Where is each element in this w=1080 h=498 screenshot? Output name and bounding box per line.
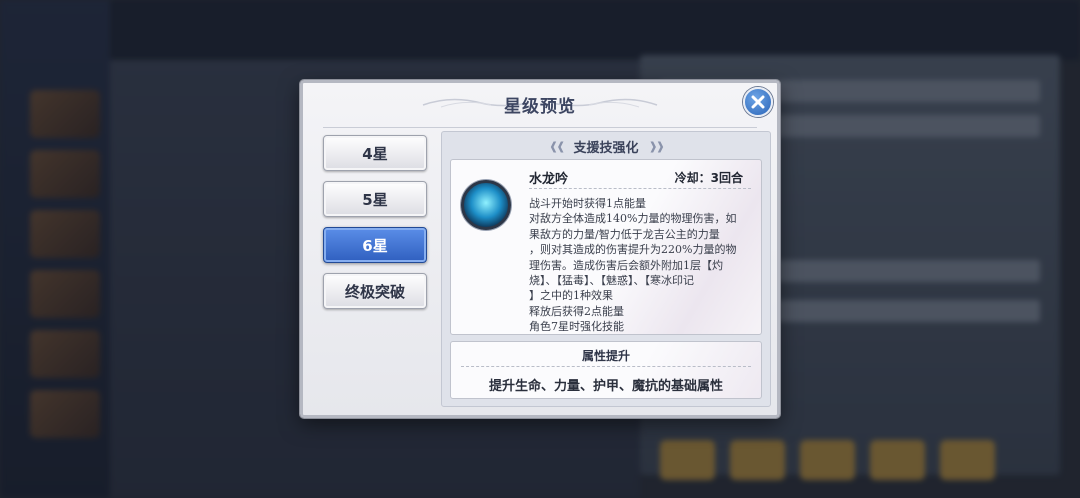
skill-description-line: 战斗开始时获得1点能量 xyxy=(529,197,646,210)
skill-description-line: 理伤害。造成伤害后会额外附加1层【灼 xyxy=(529,258,723,272)
close-icon xyxy=(751,95,765,109)
attribute-card: 属性提升 提升生命、力量、护甲、魔抗的基础属性 xyxy=(450,341,762,399)
section-header: ❰❰ 支援技强化 ❱❱ xyxy=(442,134,770,158)
header-wing-right: ❱❱ xyxy=(648,139,666,153)
skill-description-line: 】之中的1种效果 xyxy=(529,289,613,303)
star-tabs: 4星 5星 6星 终极突破 xyxy=(323,135,429,319)
title-divider xyxy=(323,127,757,128)
attribute-text: 提升生命、力量、护甲、魔抗的基础属性 xyxy=(488,379,723,394)
close-button[interactable] xyxy=(743,87,773,117)
preview-content: ❰❰ 支援技强化 ❱❱ 水龙吟 冷却：3回合 战斗开始时获得1点能量 对敌方全体… xyxy=(441,131,771,407)
skill-icon[interactable] xyxy=(461,180,511,230)
skill-description-line: 释放后获得2点能量 xyxy=(529,304,624,318)
skill-cooldown: 冷却：3回合 xyxy=(674,171,743,185)
skill-description-line: 烧】、【猛毒】、【魅惑】、【寒冰印记 xyxy=(529,274,694,288)
attribute-divider xyxy=(461,366,751,367)
section-title: 支援技强化 xyxy=(573,140,639,156)
skill-description-line: 角色7星时强化技能 xyxy=(529,320,624,334)
skill-description-line: 果敌方的力量/智力低于龙吉公主的力量 xyxy=(529,227,720,241)
skill-name: 水龙吟 xyxy=(529,172,569,187)
tab-ultimate-breakthrough[interactable]: 终极突破 xyxy=(323,273,427,309)
skill-description-line: ，则对其造成的伤害提升为220%力量的物 xyxy=(529,243,737,257)
skill-divider xyxy=(529,188,751,189)
tab-5-star[interactable]: 5星 xyxy=(323,181,427,217)
star-preview-dialog: 星级预览 4星 5星 6星 终极突破 ❰❰ 支援技强化 ❱❱ 水龙吟 冷却：3回… xyxy=(300,80,780,418)
skill-description-line: 对敌方全体造成140%力量的物理伤害，如 xyxy=(529,212,737,226)
dialog-title: 星级预览 xyxy=(504,96,576,117)
attribute-title: 属性提升 xyxy=(581,349,630,363)
tab-4-star[interactable]: 4星 xyxy=(323,135,427,171)
header-wing-left: ❰❰ xyxy=(549,139,566,153)
tab-6-star[interactable]: 6星 xyxy=(323,227,427,263)
skill-card: 水龙吟 冷却：3回合 战斗开始时获得1点能量 对敌方全体造成140%力量的物理伤… xyxy=(450,159,762,335)
skill-description: 战斗开始时获得1点能量 对敌方全体造成140%力量的物理伤害，如 果敌方的力量/… xyxy=(529,196,757,335)
